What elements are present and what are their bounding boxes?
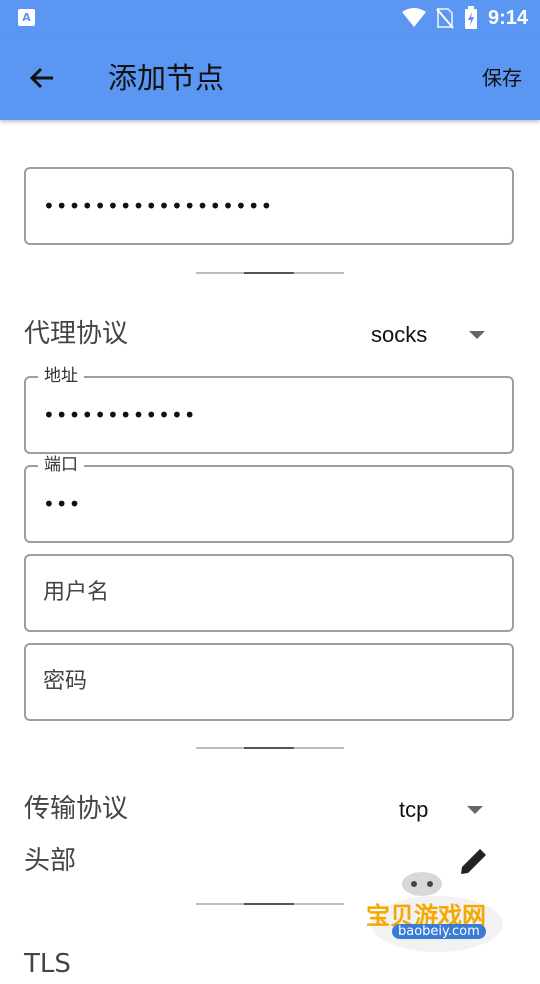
password-placeholder: 密码 (43, 669, 88, 694)
proxy-protocol-dropdown[interactable]: socks (371, 320, 486, 350)
username-field[interactable]: 用户名 (24, 554, 514, 632)
section-divider (196, 903, 344, 905)
transport-protocol-dropdown[interactable]: tcp (399, 795, 484, 825)
address-value: •••••••••••• (43, 403, 197, 427)
section-divider (196, 747, 344, 749)
section-divider (196, 272, 344, 274)
password-field[interactable]: 密码 (24, 643, 514, 721)
port-field[interactable]: 端口 ••• (24, 455, 514, 543)
proxy-protocol-label: 代理协议 (24, 319, 129, 349)
chevron-down-icon (467, 806, 484, 814)
chevron-down-icon (469, 331, 486, 339)
no-sim-icon (436, 8, 454, 29)
username-placeholder: 用户名 (43, 580, 110, 605)
app-bar: 添加节点 保存 (0, 36, 540, 120)
transport-protocol-label: 传输协议 (24, 794, 129, 824)
watermark-logo: 宝贝游戏网 baobeiy.com (362, 862, 512, 954)
status-bar: A 9:14 (0, 0, 540, 36)
address-field[interactable]: 地址 •••••••••••• (24, 366, 514, 454)
page-title: 添加节点 (108, 61, 225, 95)
watermark-url: baobeiy.com (392, 924, 486, 939)
remarks-value: •••••••••••••••••• (43, 194, 274, 218)
clock: 9:14 (487, 6, 528, 29)
port-value: ••• (43, 492, 82, 516)
header-label: 头部 (24, 846, 77, 876)
status-icons: 9:14 (401, 0, 528, 36)
back-button[interactable] (22, 58, 62, 98)
tls-label: TLS (24, 949, 71, 979)
remarks-field[interactable]: •••••••••••••••••• (24, 167, 514, 245)
transport-protocol-value: tcp (399, 797, 429, 822)
save-button[interactable]: 保存 (482, 62, 522, 94)
wifi-icon (401, 8, 426, 27)
arrow-left-icon (29, 67, 53, 89)
proxy-protocol-value: socks (371, 322, 428, 347)
battery-charging-icon (464, 6, 477, 29)
app-notification-icon: A (18, 9, 35, 26)
